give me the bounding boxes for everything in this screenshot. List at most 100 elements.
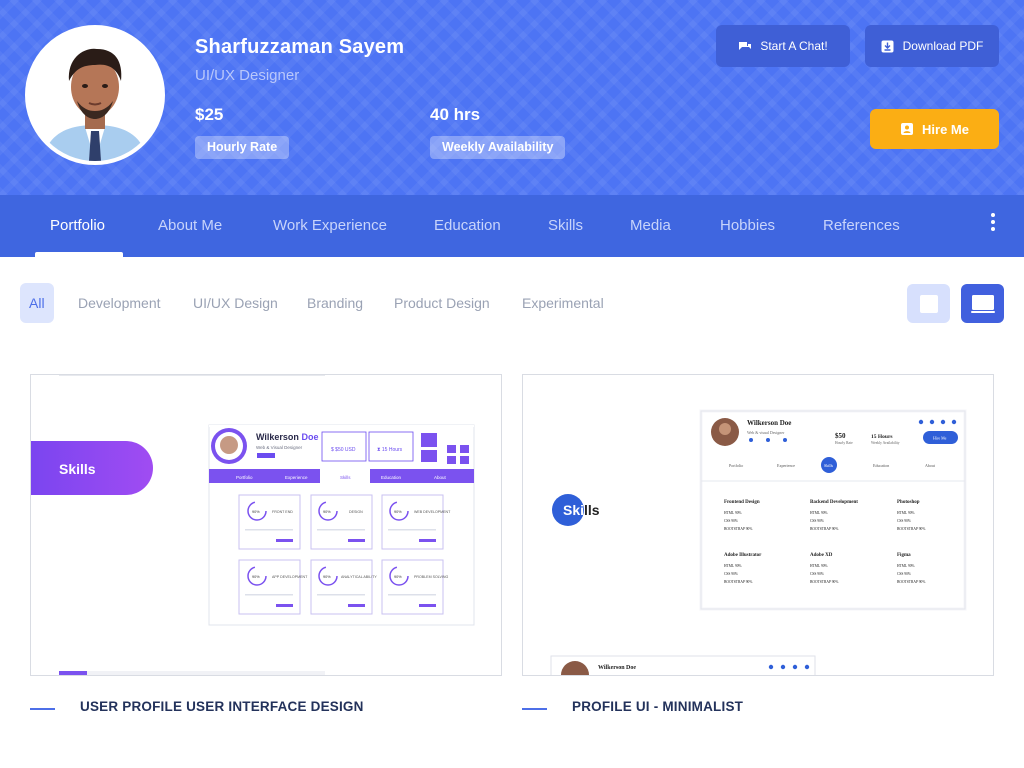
svg-text:$50: $50: [835, 432, 846, 440]
card-title-1[interactable]: USER PROFILE USER INTERFACE DESIGN: [80, 699, 364, 714]
tab-portfolio[interactable]: Portfolio: [50, 195, 105, 257]
svg-text:BOOTSTRAP 90%: BOOTSTRAP 90%: [810, 580, 838, 584]
tab-media[interactable]: Media: [630, 195, 671, 257]
start-chat-button[interactable]: Start A Chat!: [716, 25, 850, 67]
svg-text:Web & Visual Designer: Web & Visual Designer: [256, 445, 303, 450]
chat-bubble-icon: [738, 39, 752, 53]
svg-text:Weekly Availability: Weekly Availability: [871, 441, 900, 445]
svg-text:Adobe XD: Adobe XD: [810, 553, 833, 558]
avatar: [25, 25, 165, 165]
filter-development[interactable]: Development: [78, 283, 161, 323]
svg-text:90%: 90%: [323, 575, 331, 579]
hire-me-button[interactable]: Hire Me: [870, 109, 999, 149]
svg-text:BOOTSTRAP 90%: BOOTSTRAP 90%: [897, 527, 925, 531]
hire-me-label: Hire Me: [922, 121, 969, 137]
svg-text:Portfolio: Portfolio: [236, 475, 253, 480]
filter-product-design[interactable]: Product Design: [394, 283, 490, 323]
svg-text:Skills: Skills: [824, 463, 834, 468]
svg-text:Wilkerson Doe: Wilkerson Doe: [598, 665, 636, 671]
tab-education[interactable]: Education: [434, 195, 501, 257]
svg-text:CSS 90%: CSS 90%: [724, 519, 738, 523]
tab-work-experience[interactable]: Work Experience: [273, 195, 387, 257]
svg-text:Portfolio: Portfolio: [729, 463, 743, 468]
filter-ui-ux-design[interactable]: UI/UX Design: [193, 283, 278, 323]
profile-photo: [29, 29, 161, 161]
filter-all[interactable]: All: [20, 283, 54, 323]
tab-skills[interactable]: Skills: [548, 195, 583, 257]
svg-text:Hourly Rate: Hourly Rate: [835, 441, 853, 445]
filter-experimental[interactable]: Experimental: [522, 283, 604, 323]
svg-text:ANALYTICAL ABILITY: ANALYTICAL ABILITY: [341, 575, 377, 579]
svg-text:Wilkerson Doe: Wilkerson Doe: [747, 419, 791, 427]
svg-text:$ $50 USD: $ $50 USD: [331, 447, 356, 453]
profile-tabs: Portfolio About Me Work Experience Educa…: [0, 195, 1024, 257]
svg-text:lls: lls: [584, 502, 600, 518]
card-title-accent: [30, 708, 55, 710]
svg-text:HTML 90%: HTML 90%: [810, 564, 828, 568]
svg-text:HTML 90%: HTML 90%: [897, 511, 915, 515]
svg-text:APP DEVELOPMENT: APP DEVELOPMENT: [272, 575, 308, 579]
svg-text:90%: 90%: [252, 510, 260, 514]
svg-text:FRONT END: FRONT END: [272, 510, 293, 514]
download-pdf-button[interactable]: Download PDF: [865, 25, 999, 67]
tab-about-me[interactable]: About Me: [158, 195, 222, 257]
svg-text:Ski: Ski: [563, 502, 584, 518]
portfolio-card-2[interactable]: Ski lls Wilkerson Doe Web & visual Desig…: [522, 374, 994, 676]
svg-text:About: About: [434, 475, 447, 480]
more-vertical-icon[interactable]: [988, 213, 998, 239]
svg-text:Wilkerson Doe: Wilkerson Doe: [256, 432, 318, 442]
svg-text:Backend Development: Backend Development: [810, 500, 858, 505]
grid-view-icon: [919, 294, 938, 313]
svg-text:HTML 90%: HTML 90%: [897, 564, 915, 568]
svg-text:⧗ 15 Hours: ⧗ 15 Hours: [377, 447, 403, 453]
list-view-button[interactable]: [961, 284, 1004, 323]
svg-text:Experience: Experience: [285, 475, 308, 480]
svg-text:BOOTSTRAP 90%: BOOTSTRAP 90%: [810, 527, 838, 531]
svg-text:Adobe Illustrator: Adobe Illustrator: [724, 553, 762, 558]
svg-text:15 Hours: 15 Hours: [871, 434, 893, 440]
svg-text:Web & visual Designer: Web & visual Designer: [747, 430, 785, 435]
card-title-accent: [522, 708, 547, 710]
svg-text:90%: 90%: [323, 510, 331, 514]
weekly-availability-label: Weekly Availability: [430, 136, 566, 159]
download-icon: [881, 39, 895, 53]
filter-branding[interactable]: Branding: [307, 283, 363, 323]
svg-text:90%: 90%: [394, 510, 402, 514]
portfolio-preview-2: Ski lls Wilkerson Doe Web & visual Desig…: [523, 375, 993, 675]
tab-references[interactable]: References: [823, 195, 900, 257]
svg-text:Education: Education: [381, 475, 402, 480]
profile-name: Sharfuzzaman Sayem: [195, 36, 405, 58]
svg-text:Education: Education: [873, 463, 889, 468]
portfolio-preview-1: Skills Wilkerson Doe Web & Visual Design…: [31, 375, 501, 675]
svg-text:HTML 90%: HTML 90%: [724, 511, 742, 515]
svg-text:CSS 90%: CSS 90%: [810, 572, 824, 576]
svg-text:Hire Me: Hire Me: [933, 436, 947, 441]
svg-text:Skills: Skills: [340, 475, 351, 480]
hourly-rate-label: Hourly Rate: [195, 136, 290, 159]
portfolio-card-1[interactable]: Skills Wilkerson Doe Web & Visual Design…: [30, 374, 502, 676]
svg-text:HTML 90%: HTML 90%: [810, 511, 828, 515]
svg-text:PROBLEM SOLVING: PROBLEM SOLVING: [414, 575, 448, 579]
list-view-icon: [970, 294, 995, 313]
profile-role: UI/UX Designer: [195, 67, 300, 84]
svg-text:BOOTSTRAP 90%: BOOTSTRAP 90%: [724, 580, 752, 584]
weekly-availability-value: 40 hrs: [430, 105, 481, 124]
svg-text:CSS 90%: CSS 90%: [810, 519, 824, 523]
svg-text:Experience: Experience: [777, 463, 795, 468]
grid-view-button[interactable]: [907, 284, 950, 323]
tab-hobbies[interactable]: Hobbies: [720, 195, 775, 257]
skills-badge: Skills: [59, 461, 96, 477]
svg-text:CSS 90%: CSS 90%: [724, 572, 738, 576]
svg-text:Frontend Design: Frontend Design: [724, 500, 760, 505]
start-chat-label: Start A Chat!: [760, 39, 828, 53]
svg-text:90%: 90%: [252, 575, 260, 579]
active-tab-indicator: [35, 252, 123, 257]
download-pdf-label: Download PDF: [902, 39, 984, 53]
svg-text:Photoshop: Photoshop: [897, 500, 920, 505]
svg-text:DESIGN: DESIGN: [349, 510, 363, 514]
svg-text:BOOTSTRAP 90%: BOOTSTRAP 90%: [897, 580, 925, 584]
card-title-2[interactable]: PROFILE UI - MINIMALIST: [572, 699, 743, 714]
svg-text:Figma: Figma: [897, 553, 911, 558]
svg-text:BOOTSTRAP 90%: BOOTSTRAP 90%: [724, 527, 752, 531]
svg-text:90%: 90%: [394, 575, 402, 579]
